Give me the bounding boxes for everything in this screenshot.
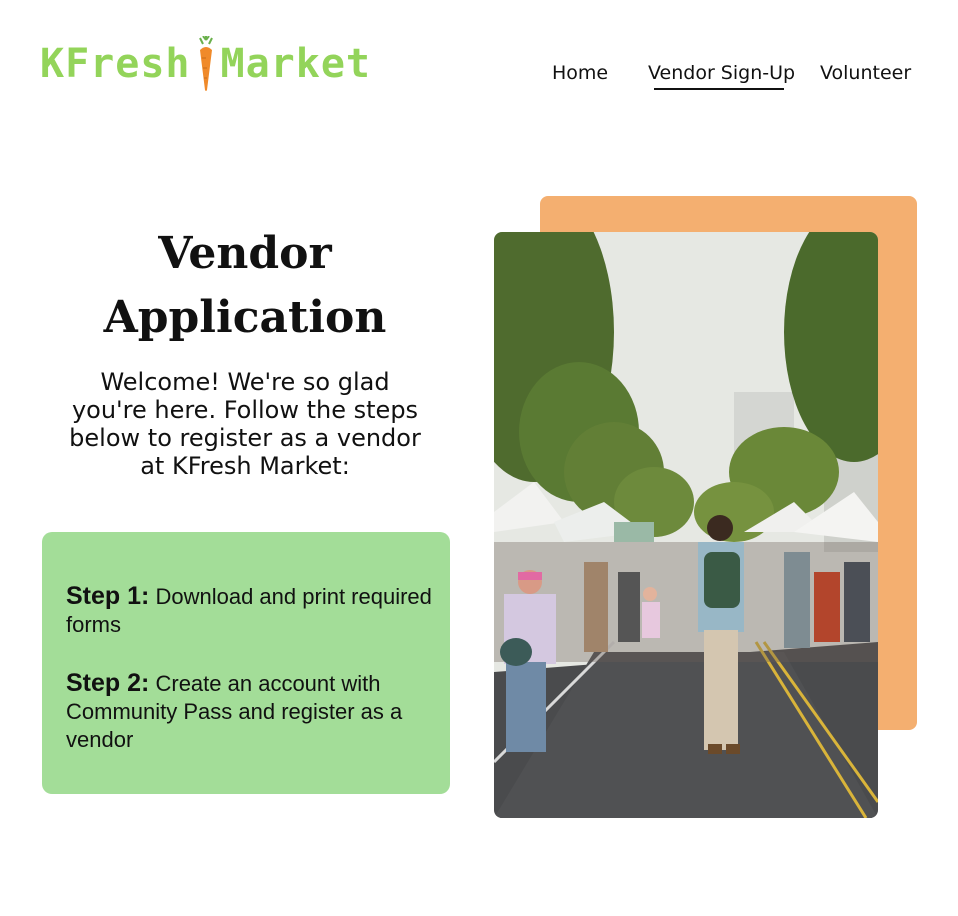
- welcome-line1: Welcome! We're so glad: [100, 368, 390, 396]
- nav-link-volunteer[interactable]: Volunteer: [820, 62, 911, 84]
- page-title-line1: Vendor: [158, 228, 332, 279]
- step-1: Step 1: Download and print required form…: [66, 582, 432, 639]
- nav-link-vendor-sign-up[interactable]: Vendor Sign-Up: [648, 62, 795, 84]
- steps-card: Step 1: Download and print required form…: [42, 532, 450, 794]
- logo-text-right: Market: [220, 41, 371, 87]
- page-title: Vendor Application: [40, 222, 450, 350]
- site-logo[interactable]: KFresh Market: [40, 34, 371, 94]
- step-2-label: Step 2:: [66, 669, 150, 697]
- step-2: Step 2: Create an account with Community…: [66, 669, 432, 754]
- welcome-line4: at KFresh Market:: [140, 452, 350, 480]
- active-nav-underline: [654, 88, 784, 90]
- page-title-line2: Application: [103, 292, 387, 343]
- step-1-label: Step 1:: [66, 582, 150, 610]
- nav-link-home[interactable]: Home: [552, 62, 608, 84]
- welcome-line3: below to register as a vendor: [69, 424, 421, 452]
- market-street-photo: [494, 232, 878, 818]
- logo-text-left: KFresh: [40, 41, 191, 87]
- welcome-line2: you're here. Follow the steps: [71, 396, 419, 424]
- welcome-text: Welcome! We're so glad you're here. Foll…: [38, 368, 452, 480]
- carrot-icon: [198, 36, 213, 91]
